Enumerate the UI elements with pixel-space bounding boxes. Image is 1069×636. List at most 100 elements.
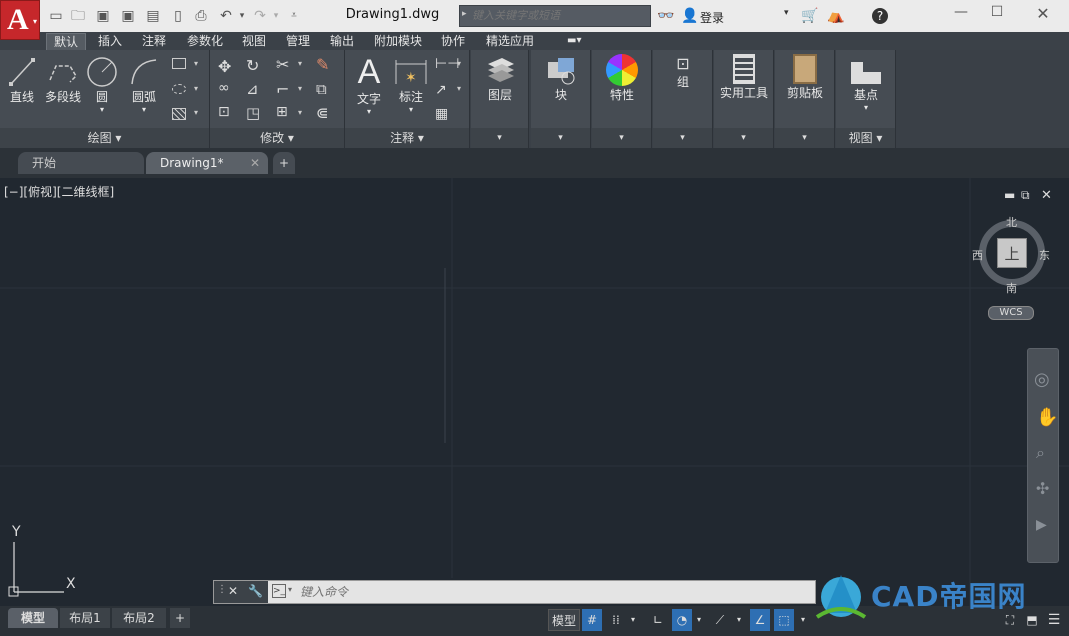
fillet-icon[interactable]: ⌐ bbox=[276, 80, 294, 99]
offset-icon[interactable]: ⋐ bbox=[316, 104, 334, 122]
stretch-icon[interactable]: ⊡ bbox=[218, 104, 236, 122]
close-icon[interactable]: ✕ bbox=[1041, 188, 1052, 203]
mobile-icon[interactable]: ▯ bbox=[170, 8, 186, 24]
compass-east[interactable]: 东 bbox=[1039, 247, 1050, 263]
tab-view[interactable]: 视图 bbox=[235, 33, 273, 50]
explode-icon[interactable]: ⧉ bbox=[316, 80, 334, 98]
group-tool[interactable]: ⊡ 组 bbox=[653, 54, 713, 90]
redo-icon[interactable]: ↷ bbox=[252, 8, 268, 24]
minimize-icon[interactable]: ▬ bbox=[1004, 188, 1015, 202]
basepoint-tool[interactable]: 基点 ▾ bbox=[836, 58, 896, 112]
tab-output[interactable]: 输出 bbox=[323, 33, 361, 50]
chevron-down-icon[interactable]: ▾ bbox=[775, 128, 834, 148]
layout-tab-layout1[interactable]: 布局1 bbox=[60, 608, 110, 628]
tab-collaborate[interactable]: 协作 bbox=[434, 33, 472, 50]
line-tool[interactable]: 直线 bbox=[6, 56, 38, 105]
close-icon[interactable]: ✕ bbox=[1028, 4, 1058, 24]
print-icon[interactable]: ⎙ bbox=[193, 8, 209, 24]
chevron-down-icon[interactable]: ▾ bbox=[268, 8, 284, 24]
open-folder-icon[interactable]: 🗀 bbox=[70, 8, 86, 24]
chevron-down-icon[interactable]: ▾ bbox=[298, 59, 316, 77]
linear-dimension-icon[interactable]: ⊢⊣ bbox=[435, 56, 459, 74]
hatch-icon[interactable] bbox=[172, 108, 186, 120]
tab-default[interactable]: 默认 bbox=[46, 33, 87, 50]
chevron-down-icon[interactable]: ▾ bbox=[234, 8, 250, 24]
polyline-tool[interactable]: 多段线 bbox=[42, 56, 84, 105]
ortho-icon[interactable]: ∟ bbox=[648, 609, 668, 631]
layout-tab-layout2[interactable]: 布局2 bbox=[112, 608, 166, 628]
drawing-viewport[interactable] bbox=[0, 178, 1069, 606]
chevron-down-icon[interactable]: ▾ bbox=[351, 107, 387, 116]
scale-icon[interactable]: ◳ bbox=[246, 104, 264, 122]
minimize-icon[interactable]: — bbox=[946, 4, 976, 24]
tab-featured-apps[interactable]: 精选应用 bbox=[479, 33, 541, 50]
snap-icon[interactable]: ⁞⁞ bbox=[606, 609, 626, 631]
chevron-down-icon[interactable]: ▾ bbox=[694, 609, 704, 631]
zoom-icon[interactable]: ⌕ bbox=[1036, 443, 1045, 463]
customize-toolbar-icon[interactable]: ⩡ bbox=[286, 8, 302, 24]
arc-tool[interactable]: 圆弧 ▾ bbox=[128, 56, 160, 114]
leader-icon[interactable]: ↗ bbox=[435, 82, 453, 100]
drag-handle-icon[interactable]: ⋮ bbox=[217, 584, 227, 595]
layers-tool[interactable]: 图层 bbox=[471, 56, 529, 103]
tab-annotate[interactable]: 注释 bbox=[135, 33, 173, 50]
tab-manage[interactable]: 管理 bbox=[279, 33, 317, 50]
chevron-down-icon[interactable]: ▾ bbox=[531, 128, 590, 148]
mirror-icon[interactable]: ⊿ bbox=[246, 80, 264, 98]
search-box[interactable]: ▸ bbox=[459, 5, 651, 27]
showmotion-icon[interactable]: ▶ bbox=[1036, 517, 1047, 533]
ellipse-icon[interactable] bbox=[172, 84, 186, 94]
wcs-menu-button[interactable]: WCS bbox=[988, 306, 1034, 320]
text-tool[interactable]: A 文字 ▾ bbox=[351, 54, 387, 116]
chevron-down-icon[interactable]: ▾ bbox=[128, 105, 160, 114]
expand-arrow-icon[interactable]: ▸ bbox=[462, 9, 467, 19]
dimension-tool[interactable]: ✶ 标注 ▾ bbox=[391, 56, 431, 114]
ribbon-toggle-icon[interactable]: ▬▾ bbox=[560, 33, 588, 50]
save-as-icon[interactable]: ▣ bbox=[120, 8, 136, 24]
chevron-down-icon[interactable]: ▾ bbox=[298, 84, 316, 102]
command-line[interactable]: ⋮ ✕ 🔧 >_ ▾ bbox=[213, 580, 816, 604]
application-menu-button[interactable]: A ▾ bbox=[0, 0, 40, 40]
modify-panel-title[interactable]: 修改 ▾ bbox=[210, 128, 344, 148]
table-icon[interactable]: ▦ bbox=[435, 106, 453, 124]
tab-insert[interactable]: 插入 bbox=[91, 33, 129, 50]
compass-south[interactable]: 南 bbox=[1006, 280, 1017, 296]
polar-tracking-icon[interactable]: ◔ bbox=[672, 609, 692, 631]
viewport-controls-label[interactable]: [−][俯视][二维线框] bbox=[4, 183, 114, 200]
new-layout-plus-icon[interactable]: + bbox=[170, 608, 190, 628]
tab-parametric[interactable]: 参数化 bbox=[180, 33, 230, 50]
grid-icon[interactable]: # bbox=[582, 609, 602, 631]
chevron-down-icon[interactable]: ▾ bbox=[734, 609, 744, 631]
rotate-icon[interactable]: ↻ bbox=[246, 56, 264, 75]
rectangle-icon[interactable] bbox=[172, 58, 186, 69]
undo-icon[interactable]: ↶ bbox=[218, 8, 234, 24]
chevron-down-icon[interactable]: ▾ bbox=[653, 128, 712, 148]
viewcube[interactable]: 上 北 南 西 东 bbox=[972, 214, 1051, 296]
chevron-down-icon[interactable]: ▾ bbox=[298, 108, 316, 126]
chevron-down-icon[interactable]: ▾ bbox=[714, 128, 773, 148]
copy-icon[interactable]: ∞ bbox=[218, 80, 236, 98]
close-icon[interactable]: ✕ bbox=[228, 584, 238, 598]
cart-icon[interactable]: 🛒 bbox=[801, 8, 818, 24]
circle-tool[interactable]: 圆 ▾ bbox=[86, 56, 118, 114]
chevron-down-icon[interactable]: ▾ bbox=[798, 609, 808, 631]
block-tool[interactable]: 块 bbox=[531, 56, 591, 103]
login-link[interactable]: 登录 bbox=[700, 9, 724, 26]
object-snap-tracking-icon[interactable]: ∠ bbox=[750, 609, 770, 631]
orbit-icon[interactable]: ✣ bbox=[1036, 479, 1049, 498]
publish-icon[interactable]: ▤ bbox=[145, 8, 161, 24]
utilities-tool[interactable]: 实用工具 bbox=[714, 54, 774, 101]
move-icon[interactable]: ✥ bbox=[218, 57, 236, 76]
compass-north[interactable]: 北 bbox=[1006, 214, 1017, 230]
draw-panel-title[interactable]: 绘图 ▾ bbox=[0, 128, 209, 148]
model-space-button[interactable]: 模型 bbox=[548, 609, 580, 631]
close-icon[interactable]: ✕ bbox=[250, 152, 260, 174]
command-input[interactable] bbox=[300, 583, 800, 601]
help-icon[interactable]: ? bbox=[872, 8, 888, 24]
viewcube-top-face[interactable]: 上 bbox=[997, 238, 1027, 268]
chevron-down-icon[interactable]: ▾ bbox=[784, 8, 789, 18]
compass-west[interactable]: 西 bbox=[972, 247, 983, 263]
erase-icon[interactable]: ✎ bbox=[316, 55, 334, 74]
chevron-down-icon[interactable]: ▾ bbox=[628, 609, 638, 631]
chevron-down-icon[interactable]: ▾ bbox=[471, 128, 528, 148]
